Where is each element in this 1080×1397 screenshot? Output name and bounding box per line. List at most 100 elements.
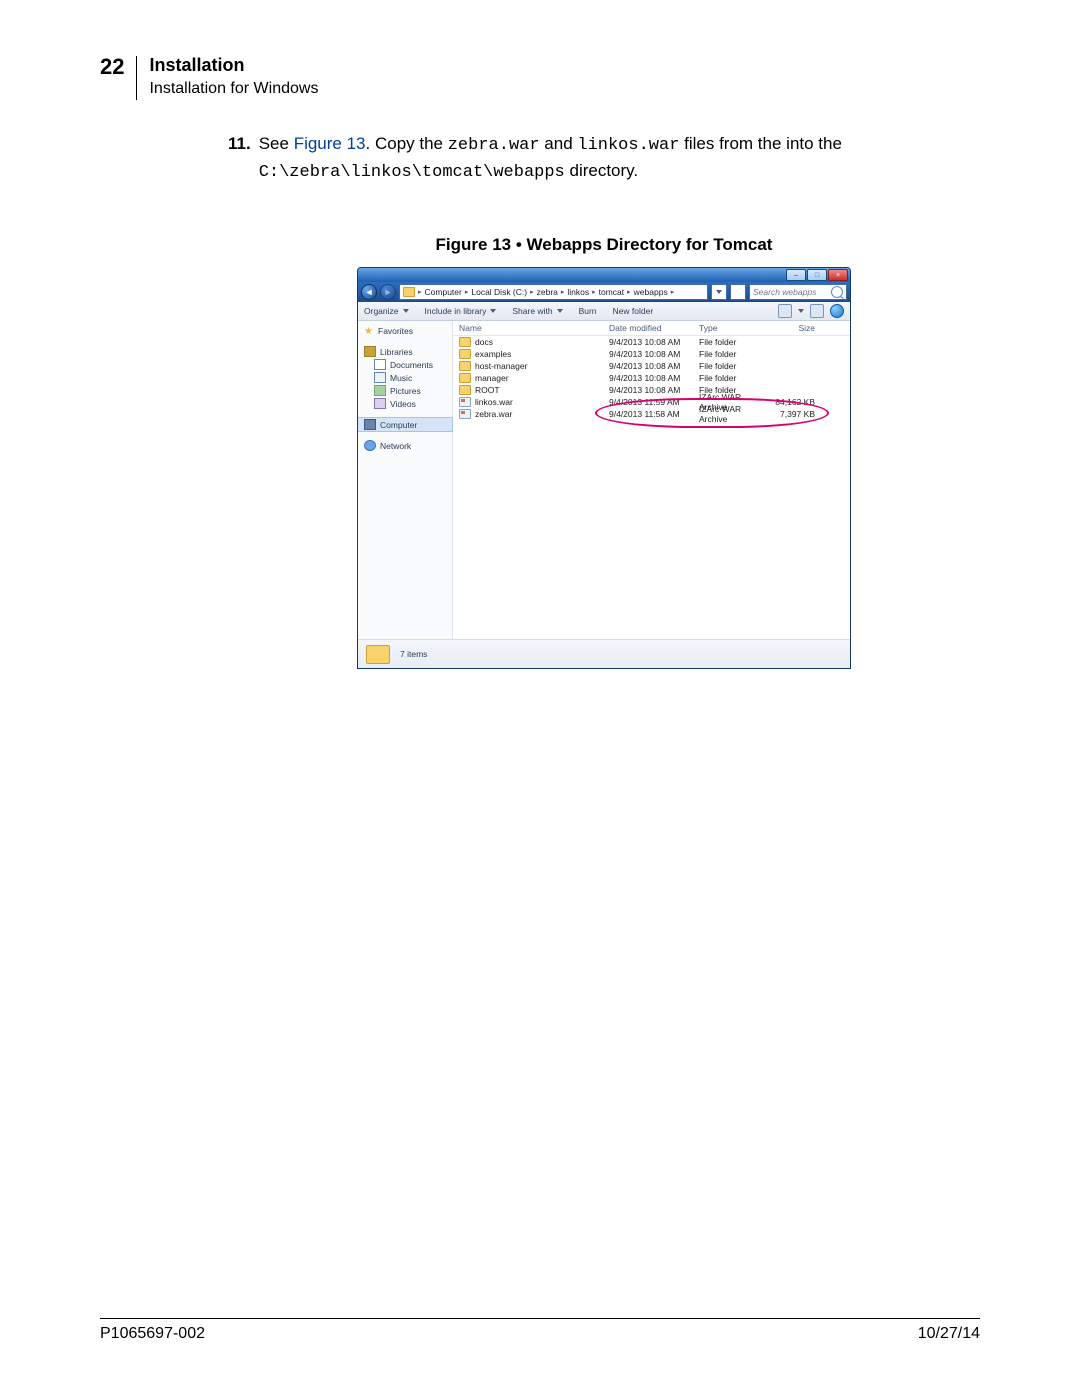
file-name: examples bbox=[475, 349, 511, 359]
folder-icon bbox=[459, 337, 471, 347]
new-folder-button[interactable]: New folder bbox=[613, 306, 654, 316]
folder-icon bbox=[403, 287, 415, 297]
forward-button[interactable]: ► bbox=[380, 284, 396, 300]
file-date: 9/4/2013 11:58 AM bbox=[603, 409, 693, 419]
document-icon bbox=[374, 359, 386, 370]
nav-network[interactable]: Network bbox=[358, 439, 452, 452]
file-size: 84,162 KB bbox=[765, 397, 821, 407]
step-number: 11. bbox=[228, 132, 251, 185]
nav-pictures[interactable]: Pictures bbox=[358, 384, 452, 397]
search-input[interactable]: Search webapps bbox=[749, 284, 847, 300]
crumb[interactable]: tomcat bbox=[599, 287, 625, 297]
figure-link[interactable]: Figure 13 bbox=[294, 134, 366, 153]
close-button[interactable]: × bbox=[828, 269, 848, 281]
file-type: File folder bbox=[693, 361, 765, 371]
chevron-down-icon bbox=[490, 309, 496, 313]
file-date: 9/4/2013 10:08 AM bbox=[603, 373, 693, 383]
view-options-button[interactable] bbox=[778, 304, 792, 318]
file-type: IZArc WAR Archive bbox=[693, 404, 765, 424]
war-file-icon bbox=[459, 397, 471, 407]
nav-music[interactable]: Music bbox=[358, 371, 452, 384]
doc-id: P1065697-002 bbox=[100, 1325, 205, 1343]
col-size[interactable]: Size bbox=[765, 323, 821, 333]
file-size: 7,397 KB bbox=[765, 409, 821, 419]
file-name: manager bbox=[475, 373, 509, 383]
step-text: See Figure 13. Copy the zebra.war and li… bbox=[259, 132, 842, 185]
header-divider bbox=[136, 56, 137, 100]
libraries-icon bbox=[364, 346, 376, 357]
doc-date: 10/27/14 bbox=[918, 1325, 980, 1343]
crumb[interactable]: Computer bbox=[425, 287, 462, 297]
nav-videos[interactable]: Videos bbox=[358, 397, 452, 410]
nav-documents[interactable]: Documents bbox=[358, 358, 452, 371]
file-row[interactable]: examples9/4/2013 10:08 AMFile folder bbox=[453, 348, 850, 360]
search-placeholder: Search webapps bbox=[753, 287, 816, 297]
file-name: docs bbox=[475, 337, 493, 347]
nav-favorites[interactable]: ★Favorites bbox=[358, 325, 452, 337]
back-button[interactable]: ◄ bbox=[361, 284, 377, 300]
file-row[interactable]: ROOT9/4/2013 10:08 AMFile folder bbox=[453, 384, 850, 396]
file-row[interactable]: linkos.war9/4/2013 11:59 AMIZArc WAR Arc… bbox=[453, 396, 850, 408]
burn-button[interactable]: Burn bbox=[579, 306, 597, 316]
file-type: File folder bbox=[693, 373, 765, 383]
crumb[interactable]: webapps bbox=[634, 287, 668, 297]
file-row[interactable]: manager 9/4/2013 10:08 AMFile folder bbox=[453, 372, 850, 384]
preview-pane-button[interactable] bbox=[810, 304, 824, 318]
chevron-down-icon bbox=[403, 309, 409, 313]
col-type[interactable]: Type bbox=[693, 323, 765, 333]
file-date: 9/4/2013 11:59 AM bbox=[603, 397, 693, 407]
organize-menu[interactable]: Organize bbox=[364, 306, 409, 316]
status-bar: 7 items bbox=[358, 639, 850, 668]
file-row[interactable]: zebra.war9/4/2013 11:58 AMIZArc WAR Arch… bbox=[453, 408, 850, 420]
folder-icon bbox=[459, 361, 471, 371]
share-menu[interactable]: Share with bbox=[512, 306, 562, 316]
maximize-button[interactable]: □ bbox=[807, 269, 827, 281]
crumb[interactable]: zebra bbox=[537, 287, 558, 297]
search-icon bbox=[831, 286, 843, 298]
crumb[interactable]: linkos bbox=[567, 287, 589, 297]
crumb[interactable]: Local Disk (C:) bbox=[471, 287, 527, 297]
breadcrumb[interactable]: ▸ Computer▸ Local Disk (C:)▸ zebra▸ link… bbox=[399, 284, 708, 300]
file-date: 9/4/2013 10:08 AM bbox=[603, 337, 693, 347]
page-footer: P1065697-002 10/27/14 bbox=[100, 1318, 980, 1343]
page-header: 22 Installation Installation for Windows bbox=[100, 54, 980, 100]
page-number: 22 bbox=[100, 54, 124, 80]
help-icon[interactable] bbox=[830, 304, 844, 318]
address-dropdown[interactable] bbox=[711, 284, 727, 300]
window-titlebar: – □ × bbox=[358, 268, 850, 282]
music-icon bbox=[374, 372, 386, 383]
code-linkos-war: linkos.war bbox=[577, 136, 679, 155]
chevron-down-icon bbox=[798, 309, 804, 313]
nav-libraries[interactable]: Libraries bbox=[358, 345, 452, 358]
footer-rule bbox=[100, 1318, 980, 1319]
address-bar: ◄ ► ▸ Computer▸ Local Disk (C:)▸ zebra▸ … bbox=[358, 282, 850, 302]
col-name[interactable]: Name bbox=[453, 323, 603, 333]
file-row[interactable]: host-manager9/4/2013 10:08 AMFile folder bbox=[453, 360, 850, 372]
status-text: 7 items bbox=[400, 649, 427, 659]
col-date[interactable]: Date modified bbox=[603, 323, 693, 333]
file-type: File folder bbox=[693, 337, 765, 347]
section-title: Installation bbox=[149, 54, 318, 77]
section-subtitle: Installation for Windows bbox=[149, 79, 318, 99]
file-name: host-manager bbox=[475, 361, 527, 371]
code-path: C:\zebra\linkos\tomcat\webapps bbox=[259, 163, 565, 182]
include-menu[interactable]: Include in library bbox=[425, 306, 497, 316]
file-name: linkos.war bbox=[475, 397, 513, 407]
code-zebra-war: zebra.war bbox=[448, 136, 540, 155]
explorer-window: – □ × ◄ ► ▸ Computer▸ Local Disk (C:)▸ z… bbox=[357, 267, 851, 669]
instruction-step: 11. See Figure 13. Copy the zebra.war an… bbox=[228, 132, 980, 185]
folder-icon bbox=[459, 373, 471, 383]
war-file-icon bbox=[459, 409, 471, 419]
toolbar: Organize Include in library Share with B… bbox=[358, 302, 850, 321]
refresh-button[interactable]: ↻ bbox=[730, 284, 746, 300]
file-date: 9/4/2013 10:08 AM bbox=[603, 385, 693, 395]
folder-icon bbox=[459, 385, 471, 395]
folder-icon bbox=[459, 349, 471, 359]
computer-icon bbox=[364, 419, 376, 430]
minimize-button[interactable]: – bbox=[786, 269, 806, 281]
nav-computer[interactable]: Computer bbox=[358, 418, 452, 431]
videos-icon bbox=[374, 398, 386, 409]
figure-caption: Figure 13 • Webapps Directory for Tomcat bbox=[228, 235, 980, 255]
star-icon: ★ bbox=[364, 327, 374, 336]
file-row[interactable]: docs 9/4/2013 10:08 AMFile folder bbox=[453, 336, 850, 348]
